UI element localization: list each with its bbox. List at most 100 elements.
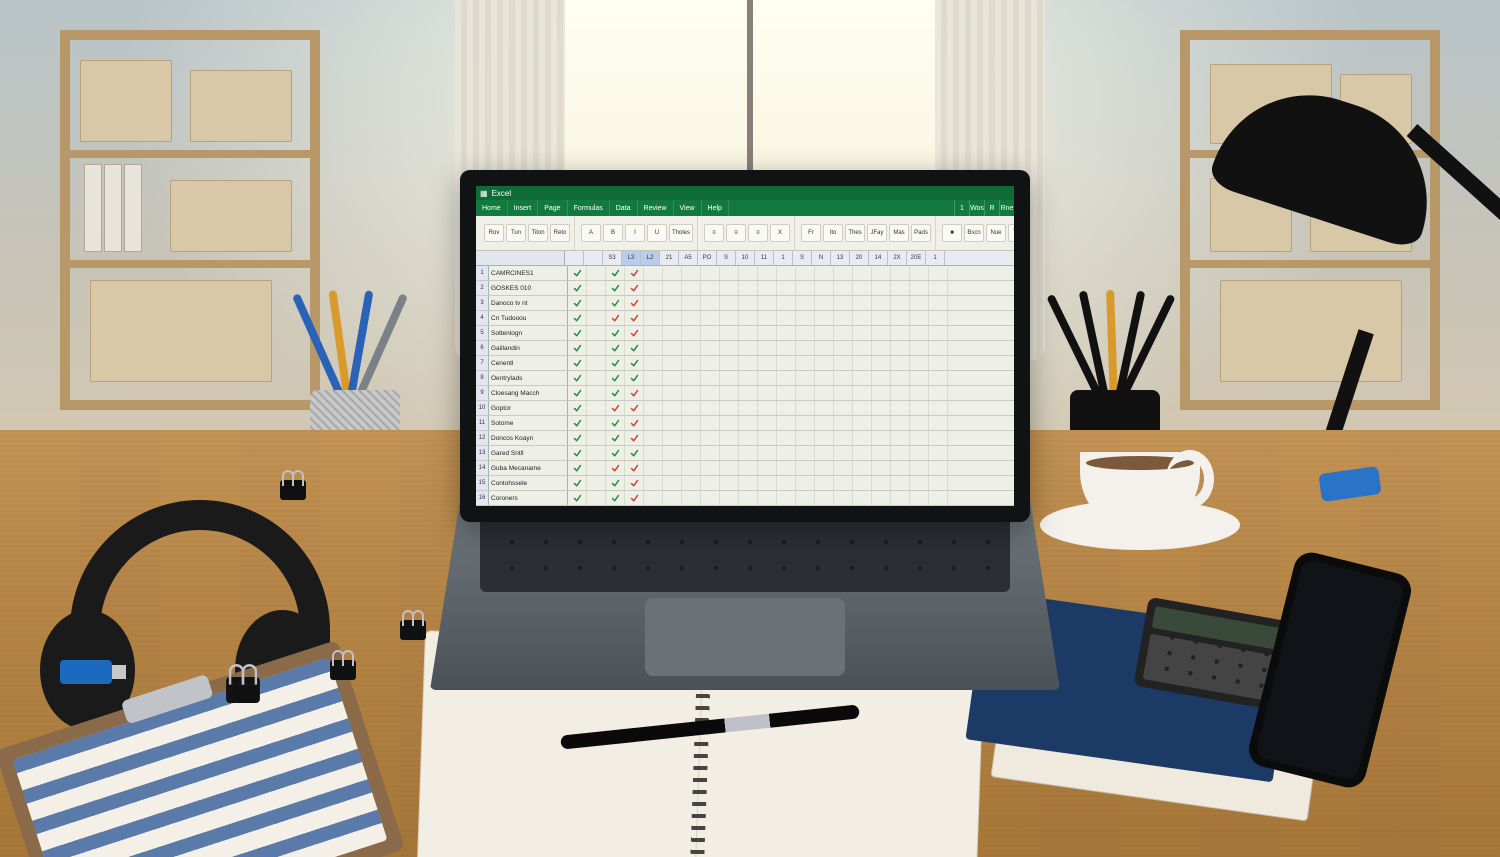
ribbon-toolbar[interactable]: RovTunTitonRetoABIUTholes≡≡≡XFrItoThesJF…	[476, 216, 1014, 251]
column-header[interactable]: L3	[622, 251, 641, 265]
cell[interactable]	[758, 431, 777, 445]
cell[interactable]	[834, 401, 853, 415]
ribbon-tabs[interactable]: HomeInsertPageFormulasDataReviewViewHelp…	[476, 200, 1014, 216]
cell[interactable]	[739, 266, 758, 280]
cell[interactable]	[872, 311, 891, 325]
row-label-cell[interactable]: Goptor	[489, 401, 568, 415]
cell[interactable]	[891, 266, 910, 280]
cell[interactable]	[663, 431, 682, 445]
cell[interactable]	[701, 431, 720, 445]
cell[interactable]	[910, 341, 929, 355]
cell[interactable]	[739, 281, 758, 295]
table-row[interactable]: 14Guba Mecaname	[476, 461, 1014, 476]
cell[interactable]	[777, 491, 796, 505]
cell[interactable]	[568, 461, 587, 475]
cell[interactable]	[910, 386, 929, 400]
cell[interactable]	[929, 461, 948, 475]
toolbar-button[interactable]: Reto	[550, 224, 570, 242]
column-header[interactable]: 20E	[907, 251, 926, 265]
row-number[interactable]: 14	[476, 461, 489, 475]
row-label-cell[interactable]: Cloesang Macch	[489, 386, 568, 400]
cell[interactable]	[682, 431, 701, 445]
cell[interactable]	[758, 491, 777, 505]
toolbar-button[interactable]: Ito	[823, 224, 843, 242]
cell[interactable]	[682, 386, 701, 400]
cell[interactable]	[758, 371, 777, 385]
cell[interactable]	[625, 476, 644, 490]
table-row[interactable]: 8Oentrylads	[476, 371, 1014, 386]
cell[interactable]	[758, 401, 777, 415]
cell[interactable]	[568, 311, 587, 325]
cell[interactable]	[644, 266, 663, 280]
table-row[interactable]: 16Coroners	[476, 491, 1014, 506]
cell[interactable]	[568, 341, 587, 355]
cell[interactable]	[587, 356, 606, 370]
cell[interactable]	[853, 281, 872, 295]
table-row[interactable]: 2GOSKES 010	[476, 281, 1014, 296]
row-number[interactable]: 8	[476, 371, 489, 385]
cell[interactable]	[834, 296, 853, 310]
cell[interactable]	[872, 281, 891, 295]
cell[interactable]	[777, 461, 796, 475]
cell[interactable]	[891, 386, 910, 400]
column-header[interactable]	[565, 251, 584, 265]
cell[interactable]	[606, 401, 625, 415]
cell[interactable]	[777, 311, 796, 325]
quick-action[interactable]: Wos	[969, 200, 984, 216]
cell[interactable]	[720, 281, 739, 295]
toolbar-button[interactable]: Tun	[506, 224, 526, 242]
cell[interactable]	[891, 311, 910, 325]
row-label-cell[interactable]: Cn Tudooou	[489, 311, 568, 325]
cell[interactable]	[701, 461, 720, 475]
cell[interactable]	[720, 476, 739, 490]
quick-action[interactable]: R	[984, 200, 999, 216]
cell[interactable]	[625, 356, 644, 370]
row-number[interactable]: 3	[476, 296, 489, 310]
cell[interactable]	[910, 266, 929, 280]
cell[interactable]	[929, 311, 948, 325]
cell[interactable]	[910, 281, 929, 295]
cell[interactable]	[834, 266, 853, 280]
column-header[interactable]: 13	[831, 251, 850, 265]
row-number[interactable]: 5	[476, 326, 489, 340]
cell[interactable]	[872, 266, 891, 280]
cell[interactable]	[663, 341, 682, 355]
row-number[interactable]: 2	[476, 281, 489, 295]
cell[interactable]	[663, 491, 682, 505]
cell[interactable]	[834, 386, 853, 400]
cell[interactable]	[910, 416, 929, 430]
cell[interactable]	[682, 356, 701, 370]
cell[interactable]	[644, 461, 663, 475]
cell[interactable]	[587, 416, 606, 430]
cell[interactable]	[587, 401, 606, 415]
cell[interactable]	[587, 281, 606, 295]
cell[interactable]	[796, 371, 815, 385]
toolbar-button[interactable]: A	[581, 224, 601, 242]
cell[interactable]	[587, 371, 606, 385]
cell[interactable]	[663, 296, 682, 310]
toolbar-button[interactable]: B	[603, 224, 623, 242]
table-row[interactable]: 15Contohssele	[476, 476, 1014, 491]
table-row[interactable]: 10Goptor	[476, 401, 1014, 416]
column-header[interactable]: L2	[641, 251, 660, 265]
cell[interactable]	[815, 401, 834, 415]
column-header[interactable]: 10	[736, 251, 755, 265]
cell[interactable]	[929, 446, 948, 460]
cell[interactable]	[891, 431, 910, 445]
cell[interactable]	[910, 476, 929, 490]
cell[interactable]	[720, 416, 739, 430]
laptop-trackpad[interactable]	[645, 598, 845, 676]
cell[interactable]	[929, 431, 948, 445]
cell[interactable]	[777, 326, 796, 340]
cell[interactable]	[929, 476, 948, 490]
row-label-cell[interactable]: Guba Mecaname	[489, 461, 568, 475]
cell[interactable]	[739, 341, 758, 355]
cell[interactable]	[587, 461, 606, 475]
cell[interactable]	[568, 446, 587, 460]
cell[interactable]	[758, 476, 777, 490]
cell[interactable]	[777, 446, 796, 460]
cell[interactable]	[872, 416, 891, 430]
table-row[interactable]: 12Doncos Koayn	[476, 431, 1014, 446]
cell[interactable]	[891, 296, 910, 310]
cell[interactable]	[568, 371, 587, 385]
